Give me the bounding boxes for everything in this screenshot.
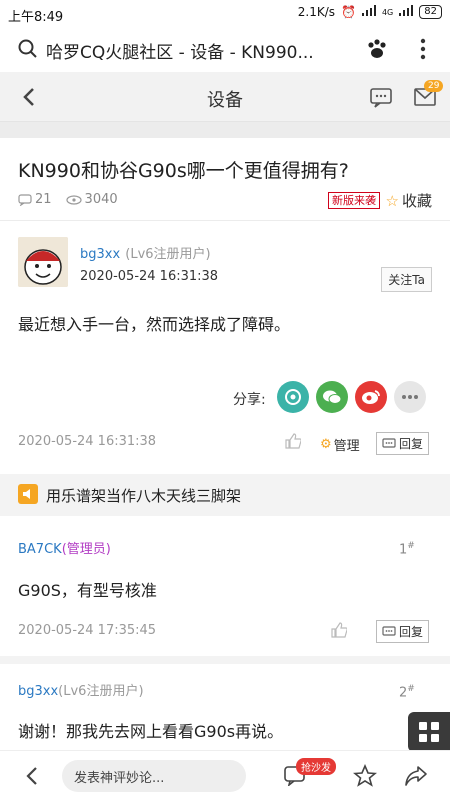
post-author: bg3xx (Lv6注册用户) (80, 243, 211, 262)
status-time: 上午8:49 (8, 10, 64, 25)
status-bar: 上午8:49 2.1K/s ⏰ 4G 82 (0, 0, 450, 28)
star-outline-icon[interactable] (352, 763, 378, 792)
weibo-share-icon[interactable] (355, 381, 387, 413)
header-divider-strip (0, 122, 450, 138)
reply-separator (0, 656, 450, 664)
post-user-level: (Lv6注册用户) (125, 247, 211, 262)
signal-icon (361, 5, 376, 19)
view-count-value: 3040 (84, 192, 118, 207)
floating-menu-button[interactable] (408, 712, 450, 752)
reply1-floor: 1# (399, 541, 415, 558)
network-type: 4G (381, 7, 394, 17)
wechat-share-icon[interactable] (316, 381, 348, 413)
reply1-reply-label: 回复 (399, 625, 424, 639)
divider (0, 220, 450, 221)
post-footer-date: 2020-05-24 16:31:38 (18, 434, 157, 449)
share-label: 分享: (233, 392, 266, 408)
search-icon[interactable] (18, 39, 38, 63)
reply1-like-icon[interactable] (331, 622, 348, 642)
manage-button[interactable]: ⚙ 管理 (320, 435, 360, 454)
reply2-author: bg3xx(Lv6注册用户) (18, 680, 144, 699)
manage-label: 管理 (333, 439, 360, 454)
reply1-username[interactable]: BA7CK (18, 542, 62, 557)
new-version-tag[interactable]: 新版来袭 (328, 192, 380, 209)
alarm-icon: ⏰ (341, 5, 356, 19)
bottom-bar: 发表神评妙论... 抢沙发 (0, 750, 450, 800)
avatar-image (18, 237, 68, 287)
bottom-back-icon[interactable] (26, 766, 38, 790)
nav-header: 设备 29 (0, 72, 450, 122)
favorite-button[interactable]: ☆ 收藏 (386, 190, 432, 211)
speaker-icon (18, 484, 38, 504)
reply1-content: G90S，有型号核准 (18, 581, 157, 600)
sofa-badge: 抢沙发 (296, 758, 336, 775)
star-icon: ☆ (385, 191, 399, 210)
signal-icon-2 (399, 5, 414, 19)
reply2-content: 谢谢！那我先去网上看看G90s再说。 (18, 722, 284, 741)
view-count: 3040 (65, 192, 118, 207)
avatar[interactable] (18, 237, 68, 287)
comment-input[interactable]: 发表神评妙论... (62, 760, 246, 792)
reply1-role: (管理员) (61, 542, 111, 557)
more-vertical-icon[interactable] (420, 38, 426, 64)
reply2-floor: 2# (399, 684, 415, 701)
reply2-level: (Lv6注册用户) (58, 684, 144, 699)
reply1-reply-button[interactable]: 回复 (376, 620, 430, 643)
reply-count: 21 (18, 192, 52, 207)
reply-label: 回复 (399, 437, 424, 451)
favorite-label: 收藏 (401, 192, 432, 210)
reply1-author: BA7CK(管理员) (18, 538, 111, 557)
grid-icon (419, 722, 439, 742)
moments-share-icon[interactable] (277, 381, 309, 413)
eye-icon (65, 194, 82, 205)
post-content: 最近想入手一台，然而选择成了障碍。 (18, 315, 291, 334)
comment-icon (18, 193, 32, 206)
notice-text[interactable]: 用乐谱架当作八木天线三脚架 (46, 485, 241, 506)
battery-indicator: 82 (419, 5, 442, 19)
paw-icon[interactable] (366, 38, 388, 64)
reply-button[interactable]: 回复 (376, 432, 430, 455)
follow-button[interactable]: 关注Ta (381, 267, 432, 292)
gear-icon: ⚙ (320, 437, 332, 452)
post-datetime: 2020-05-24 16:31:38 (80, 269, 219, 284)
reply-icon (382, 625, 396, 636)
chat-icon[interactable] (370, 88, 392, 112)
share-icon[interactable] (404, 765, 428, 791)
reply1-date: 2020-05-24 17:35:45 (18, 623, 157, 638)
network-speed: 2.1K/s (297, 5, 336, 19)
reply-icon (382, 437, 396, 448)
like-icon[interactable] (285, 433, 302, 453)
thread-meta: 21 3040 (18, 192, 118, 207)
status-right: 2.1K/s ⏰ 4G 82 (298, 5, 442, 19)
browser-bar: 哈罗CQ火腿社区 - 设备 - KN990... (0, 28, 450, 72)
reply2-username[interactable]: bg3xx (18, 684, 58, 699)
post-username[interactable]: bg3xx (80, 247, 120, 262)
browser-page-title[interactable]: 哈罗CQ火腿社区 - 设备 - KN990... (46, 38, 346, 63)
message-count-badge: 29 (424, 80, 444, 92)
thread-title: KN990和协谷G90s哪一个更值得拥有? (18, 160, 349, 182)
notice-bar[interactable]: 用乐谱架当作八木天线三脚架 (0, 474, 450, 516)
more-share-icon[interactable] (394, 381, 426, 413)
reply-count-value: 21 (35, 192, 52, 207)
